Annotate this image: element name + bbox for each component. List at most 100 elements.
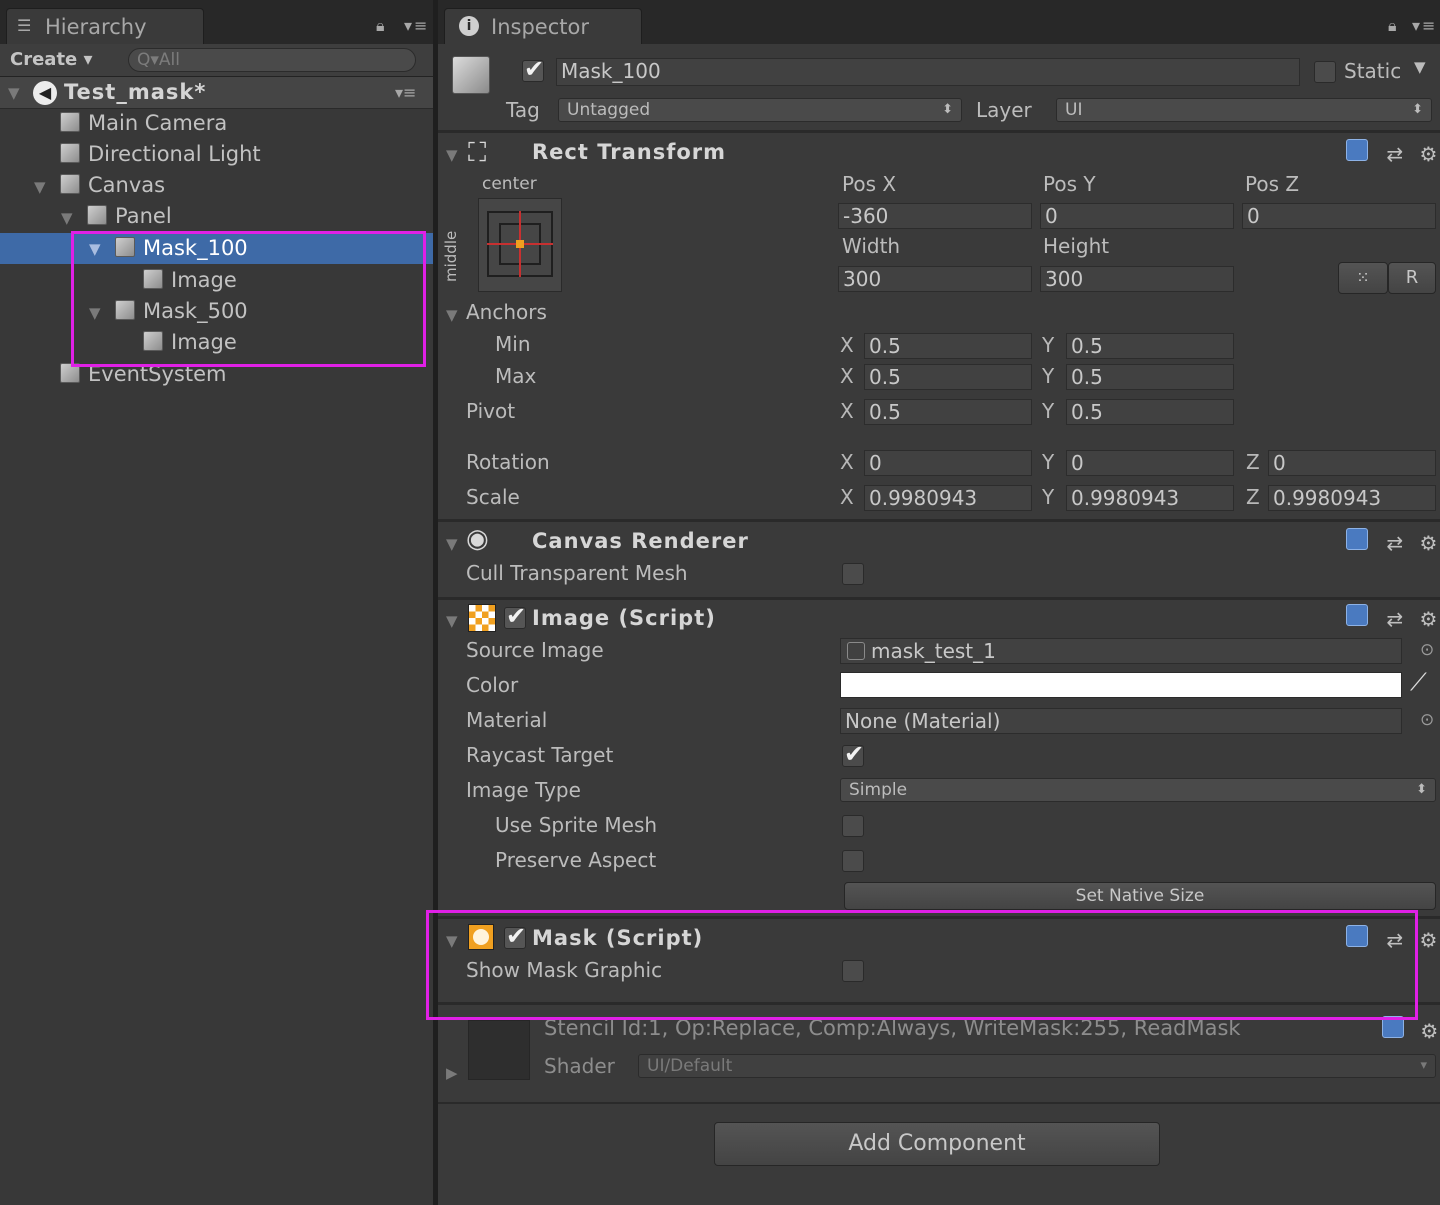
pos-x-field[interactable]: -360	[838, 203, 1032, 229]
gear-icon[interactable]: ⚙	[1419, 531, 1437, 555]
help-icon[interactable]	[1346, 139, 1368, 161]
anchor-max-y-field[interactable]: 0.5	[1066, 364, 1234, 390]
object-picker-icon[interactable]: ⊙	[1420, 640, 1434, 660]
dropdown-arrow-icon: ⬍	[1412, 102, 1423, 117]
scene-row[interactable]: ▼ ◀ Test_mask* ▾≡	[0, 77, 433, 109]
static-checkbox[interactable]	[1314, 61, 1336, 83]
gear-icon[interactable]: ⚙	[1420, 1019, 1438, 1043]
help-icon[interactable]	[1346, 604, 1368, 626]
raycast-target-checkbox[interactable]	[842, 740, 864, 768]
chevron-down-icon[interactable]: ▼	[446, 535, 458, 553]
pivot-y-field[interactable]: 0.5	[1066, 399, 1234, 425]
divider	[438, 597, 1440, 600]
cull-transparent-mesh-label: Cull Transparent Mesh	[466, 561, 688, 585]
preserve-aspect-checkbox[interactable]	[842, 850, 864, 872]
hierarchy-search-input[interactable]: Q▾All	[128, 48, 416, 72]
pos-y-field[interactable]: 0	[1040, 203, 1234, 229]
chevron-down-icon[interactable]: ▼	[8, 84, 20, 102]
panel-menu-icon[interactable]: ▾≡	[1412, 16, 1437, 35]
hierarchy-tab-bar: ☰ Hierarchy 🔒︎ ▾≡	[0, 0, 433, 44]
hierarchy-tab[interactable]: ☰ Hierarchy	[6, 8, 204, 44]
hierarchy-item-panel[interactable]: Panel	[87, 201, 172, 232]
add-component-button[interactable]: Add Component	[714, 1122, 1160, 1166]
object-picker-icon[interactable]: ⊙	[1420, 710, 1434, 730]
chevron-right-icon[interactable]: ▶	[446, 1064, 458, 1082]
preset-icon[interactable]: ⇄	[1386, 607, 1403, 631]
component-title[interactable]: Rect Transform	[532, 140, 726, 164]
gear-icon[interactable]: ⚙	[1419, 142, 1437, 166]
active-checkbox[interactable]	[522, 55, 544, 83]
lock-icon[interactable]: 🔒︎	[1388, 16, 1399, 36]
x-label: X	[840, 485, 854, 509]
lock-icon[interactable]: 🔒︎	[376, 16, 387, 36]
component-title[interactable]: Canvas Renderer	[532, 529, 749, 553]
anchor-max-x-field[interactable]: 0.5	[864, 364, 1032, 390]
hierarchy-toolbar: Create ▾ Q▾All	[0, 44, 433, 77]
anchor-horizontal-label: center	[482, 174, 537, 194]
pos-z-field[interactable]: 0	[1242, 203, 1436, 229]
rotation-z-field[interactable]: 0	[1268, 450, 1436, 476]
image-enabled-checkbox[interactable]	[504, 602, 526, 630]
rotation-label: Rotation	[466, 450, 550, 474]
component-header-icons: ⇄ ⚙	[1346, 139, 1437, 166]
shader-dropdown[interactable]: UI/Default ▾	[638, 1054, 1436, 1078]
set-native-size-button[interactable]: Set Native Size	[844, 882, 1436, 910]
width-field[interactable]: 300	[838, 266, 1032, 292]
gear-icon[interactable]: ⚙	[1419, 928, 1437, 952]
color-label: Color	[466, 673, 519, 697]
height-field[interactable]: 300	[1040, 266, 1234, 292]
create-button[interactable]: Create ▾	[10, 47, 93, 73]
object-name-field[interactable]: Mask_100	[556, 58, 1300, 86]
scale-y-field[interactable]: 0.9980943	[1066, 485, 1234, 511]
use-sprite-mesh-checkbox[interactable]	[842, 815, 864, 837]
chevron-down-icon[interactable]: ▼	[61, 209, 73, 227]
material-preview-thumbnail[interactable]	[468, 1020, 530, 1080]
pivot-x-field[interactable]: 0.5	[864, 399, 1032, 425]
layer-dropdown[interactable]: UI ⬍	[1056, 98, 1432, 122]
highlight-box-hierarchy	[71, 231, 426, 367]
anchor-presets-button[interactable]	[478, 198, 562, 292]
source-image-field[interactable]: mask_test_1	[840, 638, 1402, 664]
scene-menu-icon[interactable]: ▾≡	[395, 83, 416, 102]
material-field[interactable]: None (Material)	[840, 708, 1402, 734]
preset-icon[interactable]: ⇄	[1386, 142, 1403, 166]
scale-x-field[interactable]: 0.9980943	[864, 485, 1032, 511]
help-icon[interactable]	[1346, 528, 1368, 550]
divider	[438, 130, 1440, 133]
inspector-panel: i Inspector 🔒︎ ▾≡ Mask_100 Static ▼ Tag …	[426, 0, 1440, 1205]
rotation-y-field[interactable]: 0	[1066, 450, 1234, 476]
color-field[interactable]	[840, 672, 1402, 698]
gameobject-icon	[87, 205, 107, 225]
divider	[438, 1102, 1440, 1104]
raw-edit-button[interactable]: R	[1388, 262, 1436, 294]
chevron-down-icon[interactable]: ▼	[446, 612, 458, 630]
component-title[interactable]: Image (Script)	[532, 606, 716, 630]
scale-label: Scale	[466, 485, 520, 509]
hierarchy-item-directional-light[interactable]: Directional Light	[60, 139, 261, 170]
chevron-down-icon[interactable]: ▼	[446, 146, 458, 164]
static-dropdown-icon[interactable]: ▼	[1414, 58, 1426, 76]
panel-menu-icon[interactable]: ▾≡	[404, 16, 429, 35]
gameobject-icon	[60, 174, 80, 194]
rotation-x-field[interactable]: 0	[864, 450, 1032, 476]
preset-icon[interactable]: ⇄	[1386, 531, 1403, 555]
anchor-min-y-field[interactable]: 0.5	[1066, 333, 1234, 359]
z-label: Z	[1246, 450, 1260, 474]
anchors-label[interactable]: Anchors	[466, 300, 547, 324]
eyedropper-icon[interactable]: ⟋	[1410, 668, 1427, 696]
image-type-dropdown[interactable]: Simple ⬍	[840, 778, 1436, 802]
chevron-down-icon[interactable]: ▼	[446, 306, 458, 324]
hierarchy-item-canvas[interactable]: Canvas	[60, 170, 165, 201]
source-image-label: Source Image	[466, 638, 604, 662]
hierarchy-item-main-camera[interactable]: Main Camera	[60, 108, 227, 139]
chevron-down-icon[interactable]: ▼	[34, 178, 46, 196]
cull-transparent-mesh-checkbox[interactable]	[842, 563, 864, 585]
static-label: Static	[1344, 59, 1402, 83]
anchor-min-x-field[interactable]: 0.5	[864, 333, 1032, 359]
scale-z-field[interactable]: 0.9980943	[1268, 485, 1436, 511]
blueprint-mode-button[interactable]: ⁙	[1338, 262, 1388, 294]
inspector-tab[interactable]: i Inspector	[444, 8, 642, 44]
highlight-box-mask-component	[426, 910, 1418, 1020]
gear-icon[interactable]: ⚙	[1419, 607, 1437, 631]
tag-dropdown[interactable]: Untagged ⬍	[558, 98, 962, 122]
